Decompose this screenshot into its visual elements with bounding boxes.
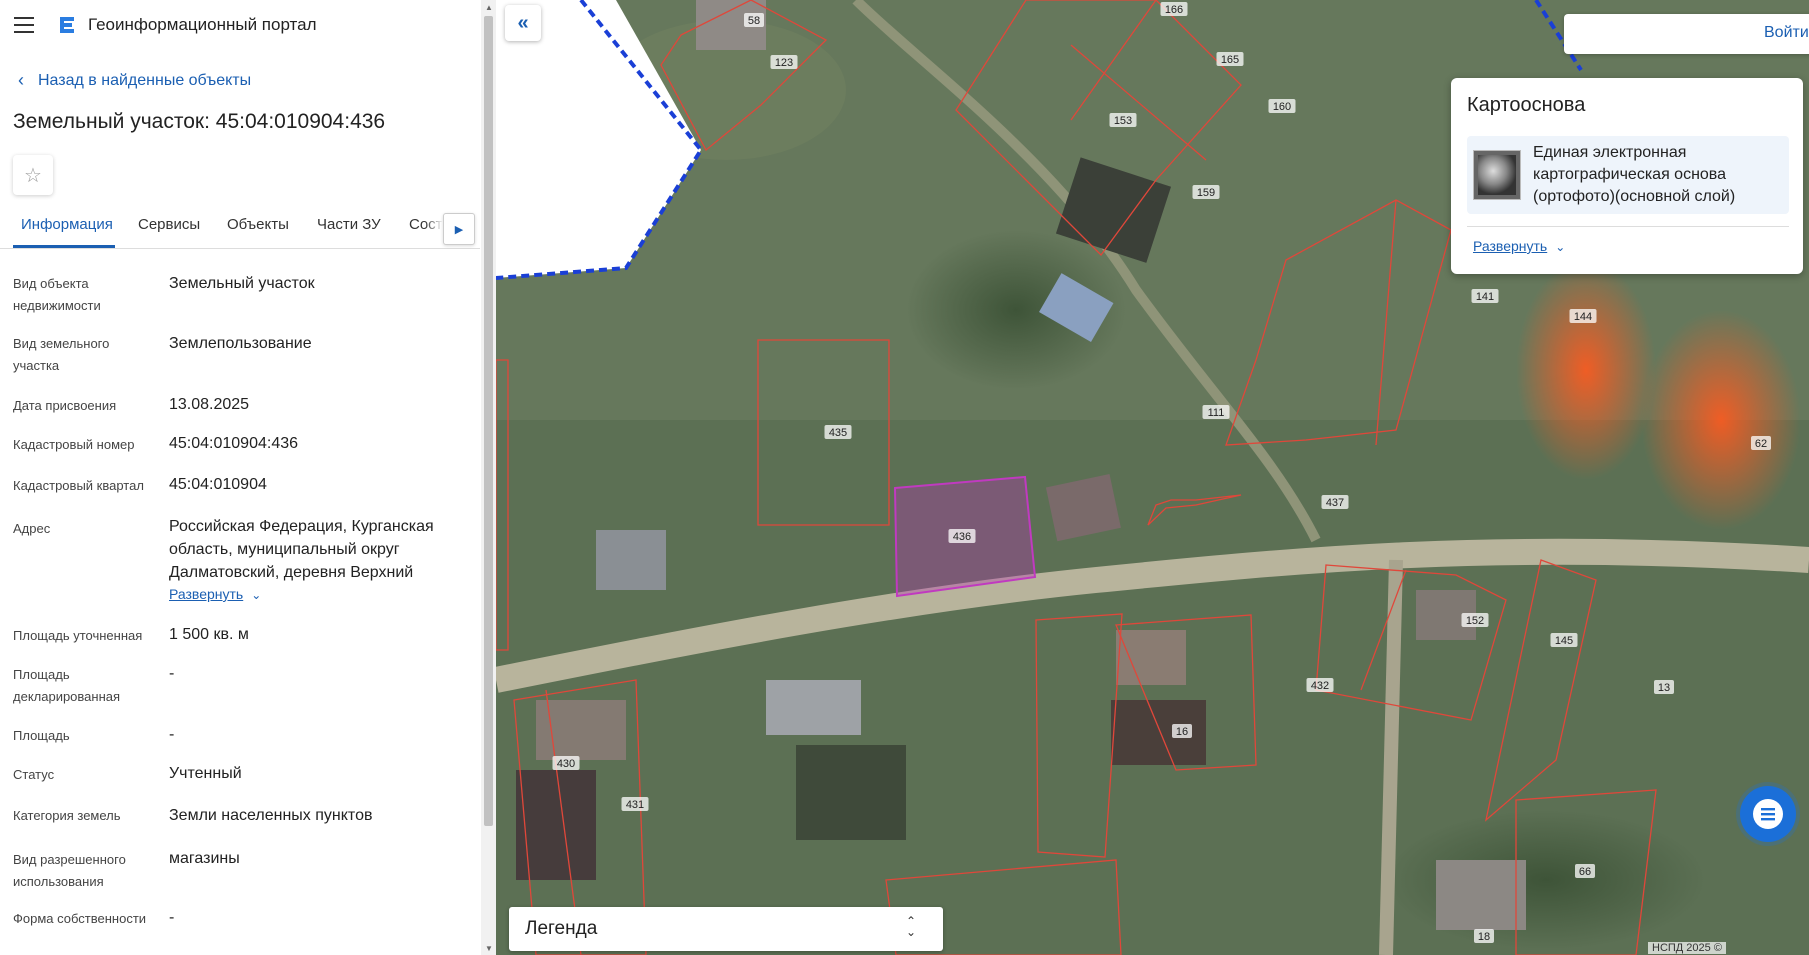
- property-label: Категория земель: [13, 808, 121, 823]
- chevron-down-icon: ⌄: [1555, 240, 1566, 254]
- star-icon: ☆: [24, 164, 42, 187]
- scroll-down-arrow-icon[interactable]: ▼: [485, 944, 493, 953]
- chevron-left-icon: ‹: [18, 70, 24, 90]
- tab-parts[interactable]: Части ЗУ: [317, 216, 381, 233]
- property-label: Форма собственности: [13, 911, 147, 926]
- basemap-expand-link[interactable]: Развернуть ⌄: [1473, 238, 1565, 254]
- parcel-number-label: 166: [1165, 4, 1183, 16]
- property-label: Дата присвоения: [13, 398, 117, 413]
- app-title: Геоинформационный портал: [88, 15, 317, 34]
- parcel-number-label: 431: [626, 799, 644, 811]
- map-attribution: НСПД 2025 ©: [1648, 942, 1726, 954]
- address-expand-link[interactable]: Развернуть ⌄: [169, 586, 261, 602]
- back-to-results-link[interactable]: ‹ Назад в найденные объекты: [18, 70, 251, 91]
- parcel-number-label: 145: [1555, 635, 1573, 647]
- property-label: Вид разрешенного использования: [13, 852, 126, 889]
- parcel-number-label: 432: [1311, 680, 1329, 692]
- property-label: Адрес: [13, 521, 51, 536]
- portal-logo-icon: [60, 17, 74, 33]
- parcel-number-label: 16: [1176, 726, 1188, 738]
- parcel-number-label: 111: [1208, 407, 1225, 419]
- panel-scrollbar[interactable]: ▲ ▼: [481, 0, 496, 955]
- top-bar: Геоинформационный портал: [0, 0, 480, 52]
- parcel-number-label: 160: [1273, 101, 1291, 113]
- property-value: 45:04:010904:436: [169, 435, 299, 452]
- page-title: Земельный участок: 45:04:010904:436: [13, 110, 386, 133]
- property-value: -: [169, 909, 175, 926]
- login-button[interactable]: Войти: [1564, 14, 1809, 54]
- object-info-panel: Геоинформационный портал ‹ Назад в найде…: [0, 0, 480, 955]
- double-chevron-left-icon: «: [517, 11, 529, 34]
- status-value: Учтенный: [169, 765, 242, 782]
- property-value: Земли населенных пунктов: [169, 807, 373, 824]
- legend-label: Легенда: [525, 918, 598, 939]
- property-label: Площадь декларированная: [13, 667, 121, 704]
- property-label: Статус: [13, 767, 55, 782]
- property-value: магазины: [169, 850, 240, 867]
- parcel-number-label: 152: [1466, 615, 1484, 627]
- scroll-up-arrow-icon[interactable]: ▲: [485, 3, 493, 12]
- tab-services[interactable]: Сервисы: [138, 216, 200, 233]
- parcel-number-label: 141: [1476, 291, 1494, 303]
- property-value: -: [169, 726, 175, 743]
- basemap-thumbnail: [1473, 150, 1521, 200]
- scroll-thumb[interactable]: [484, 16, 493, 826]
- parcel-number-label: 436: [953, 531, 971, 543]
- login-label: Войти: [1764, 24, 1809, 41]
- basemap-panel: Картооснова Единая электронная картограф…: [1451, 78, 1803, 274]
- expand-label: Развернуть: [169, 586, 244, 602]
- parcel-number-label: 165: [1221, 54, 1239, 66]
- address-value: Российская Федерация, Курганская область…: [169, 518, 434, 581]
- parcel-number-label: 153: [1114, 115, 1132, 127]
- property-label: Вид объекта недвижимости: [13, 276, 101, 313]
- collapse-panel-button[interactable]: «: [505, 5, 541, 41]
- parcel-number-label: 58: [748, 15, 760, 27]
- parcel-number-label: 123: [775, 57, 793, 69]
- property-value: Землепользование: [169, 335, 312, 352]
- back-link-label: Назад в найденные объекты: [38, 71, 252, 89]
- property-label: Площадь уточненная: [13, 628, 143, 643]
- property-value: Земельный участок: [169, 275, 315, 292]
- property-value: -: [169, 665, 175, 682]
- parcel-number-label: 13: [1658, 682, 1670, 694]
- chat-button[interactable]: [1740, 786, 1796, 842]
- menu-icon[interactable]: [14, 17, 34, 33]
- parcel-number-label: 435: [829, 427, 847, 439]
- tab-bar: Информация Сервисы Объекты Части ЗУ Сост…: [0, 206, 480, 249]
- parcel-number-label: 144: [1574, 311, 1592, 323]
- chat-icon: [1753, 799, 1783, 829]
- tab-information[interactable]: Информация: [21, 216, 113, 233]
- property-label: Кадастровый номер: [13, 437, 135, 452]
- parcel-number-label: 437: [1326, 497, 1344, 509]
- parcel-number-label: 430: [557, 758, 575, 770]
- parcel-number-label: 62: [1755, 438, 1767, 450]
- basemap-layer-item[interactable]: Единая электронная картографическая осно…: [1467, 136, 1789, 214]
- tabs-scroll-right-button[interactable]: ▶: [443, 213, 475, 245]
- property-value: 13.08.2025: [169, 396, 250, 413]
- parcel-number-label: 159: [1197, 187, 1215, 199]
- active-tab-indicator: [13, 245, 115, 248]
- chevron-right-icon: ▶: [454, 223, 464, 236]
- tab-fade: [425, 206, 443, 248]
- parcel-number-label: 66: [1579, 866, 1591, 878]
- basemap-title: Картооснова: [1467, 94, 1586, 116]
- chevron-up-down-icon: ⌃ ⌄: [906, 914, 917, 939]
- property-value: 1 500 кв. м: [169, 626, 249, 643]
- divider: [1467, 226, 1789, 227]
- tab-objects[interactable]: Объекты: [227, 216, 289, 233]
- parcel-number-label: 18: [1478, 931, 1490, 943]
- chevron-down-icon: ⌄: [251, 588, 262, 602]
- expand-label: Развернуть: [1473, 238, 1548, 254]
- legend-dropdown[interactable]: Легенда ⌃ ⌄: [509, 907, 943, 951]
- property-label: Вид земельного участка: [13, 336, 110, 373]
- property-label: Кадастровый квартал: [13, 478, 144, 493]
- favorite-button[interactable]: ☆: [13, 155, 53, 195]
- basemap-layer-label: Единая электронная картографическая осно…: [1533, 144, 1736, 205]
- property-label: Площадь: [13, 728, 70, 743]
- property-value: 45:04:010904: [169, 476, 267, 493]
